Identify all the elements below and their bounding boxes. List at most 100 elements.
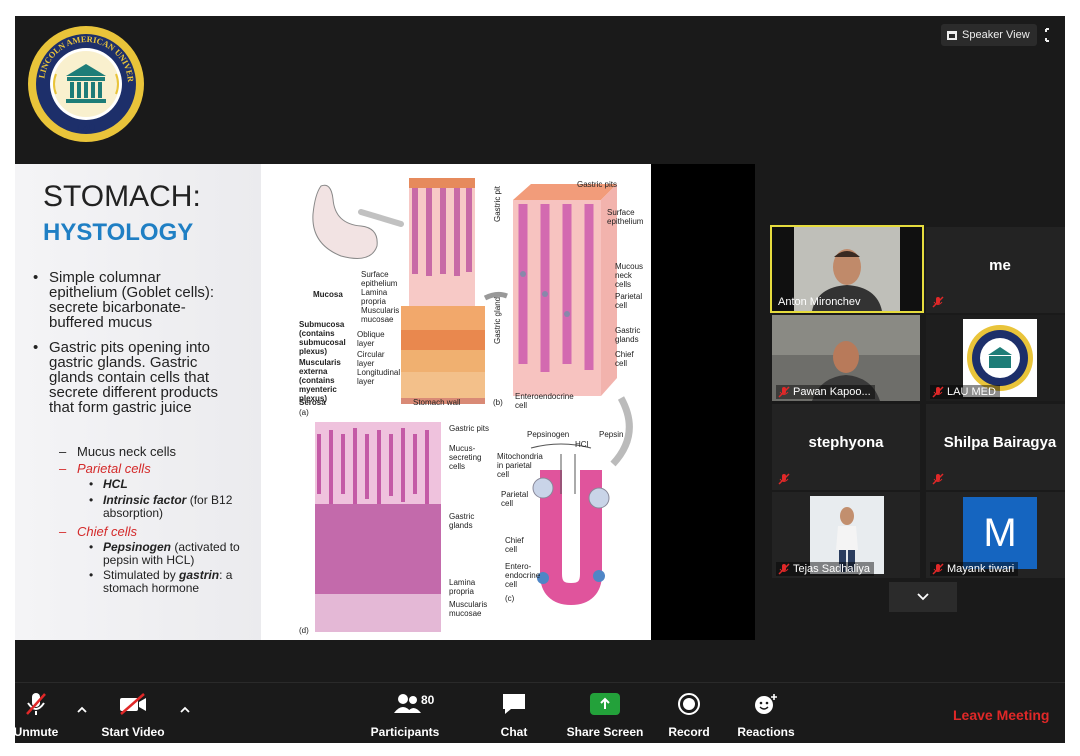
slide-subtitle: HYSTOLOGY [43,219,194,246]
unmute-button[interactable]: Unmute [15,683,61,743]
muted-mic-icon [932,563,944,575]
label-mitochondria: Mitochondria in parietal cell [497,452,543,479]
label-gastric-glands-b: Gastric glands [615,326,641,344]
muted-mic-icon [778,386,790,398]
muted-mic-icon [932,386,944,398]
label-enteroendocrine-c: Entero- endocrine cell [505,562,541,589]
slide-bullet-2: • Gastric pits opening into gastric glan… [33,339,218,416]
label-parietal-cell-c: Parietal cell [501,490,529,508]
video-tile-stephyona[interactable]: stephyona [772,404,920,490]
participant-name-tag: Pawan Kapoo... [776,385,875,399]
leave-meeting-button[interactable]: Leave Meeting [953,707,1049,723]
video-off-icon [120,693,146,715]
label-mucus-secreting-cells: Mucus- secreting cells [449,444,482,471]
label-gastric-pit: Gastric pit [493,185,502,222]
avatar: M [963,497,1037,569]
university-logo: LINCOLN AMERICAN UNIVERSITY LAU [26,24,144,142]
label-serosa: Serosa [299,398,326,407]
zoom-meeting-window: Speaker View LINCOLN AMERICAN UNIVERSITY… [15,16,1065,743]
label-gastric-pits-d: Gastric pits [449,424,490,433]
stomach-histology-diagram: Gastric pits Surface epithelium Gastric … [261,164,651,640]
start-video-button[interactable]: Start Video [97,683,169,743]
speaker-view-label: Speaker View [962,29,1030,41]
video-tile-tejas[interactable]: Tejas Sadhaliya [772,492,920,578]
muted-mic-icon [932,473,944,485]
record-button[interactable]: Record [663,683,715,743]
label-circular-layer: Circular layer [357,350,385,368]
logo-abbr: LAU [76,123,96,133]
video-tile-lau-med[interactable]: LAU MED [926,315,1065,401]
chat-icon [503,694,525,714]
sub-item-hcl: • HCL [89,477,128,491]
label-gastric-glands-d: Gastric glands [449,512,475,530]
gallery-next-page-button[interactable] [889,582,957,612]
label-a-tag: (a) [299,408,309,417]
video-tile-anton[interactable]: Anton Mironchev [770,225,924,313]
label-pepsinogen: Pepsinogen [527,430,570,439]
label-chief-cell-b: Chief cell [615,350,634,368]
participant-name-tag: Anton Mironchev [778,296,861,308]
participant-name: stephyona [808,434,884,451]
label-d-tag: (d) [299,626,309,635]
video-tile-me[interactable]: me [926,227,1065,313]
participant-name-tag: Mayank tiwari [930,562,1019,576]
participants-count: 80 [421,693,435,707]
participants-icon [394,694,421,713]
video-tile-pawan[interactable]: Pawan Kapoo... [772,315,920,401]
video-tile-shilpa[interactable]: Shilpa Bairagya [926,404,1065,490]
label-b-tag: (b) [493,398,503,407]
fullscreen-icon[interactable] [1045,28,1055,42]
participant-name-tag: Tejas Sadhaliya [776,562,875,576]
slide-letterbox [651,164,755,640]
participant-name: Shilpa Bairagya [943,434,1057,451]
reactions-button[interactable]: Reactions [733,683,799,743]
record-icon [678,693,700,715]
label-c-tag: (c) [505,594,515,603]
label-parietal-cell-b: Parietal cell [615,292,643,310]
label-stomach-wall: Stomach wall [413,398,461,407]
muted-mic-icon [778,473,790,485]
label-pepsin: Pepsin [599,430,624,439]
label-muscularis-mucosae-a: Muscularis mucosae [361,306,400,324]
label-gastric-gland: Gastric gland [493,296,502,344]
grid-icon [947,30,957,40]
chat-button[interactable]: Chat [491,683,537,743]
muted-mic-icon [778,563,790,575]
sub-item-parietal: – Parietal cells [59,461,151,476]
slide-bullet-1: • Simple columnar epithelium (Goblet cel… [33,269,215,331]
label-mucous-neck-cells: Mucous neck cells [615,262,644,289]
label-gastric-pits-b: Gastric pits [577,180,618,189]
label-chief-cell-c: Chief cell [505,536,524,554]
label-enteroendocrine-b: Enteroendocrine cell [515,392,574,410]
chevron-up-icon[interactable] [178,703,192,717]
sub-item-intrinsic: • Intrinsic factor (for B12 absorption) [89,493,233,520]
label-hcl-c: HCl [575,440,589,449]
label-muscularis-externa: Muscularis externa (contains myenteric p… [299,358,341,403]
share-screen-icon [590,693,620,715]
participant-name: me [989,257,1011,274]
sub-item-gastrin: • Stimulated by gastrin: a stomach hormone [89,568,233,595]
reactions-smiley-icon [755,694,777,714]
video-tile-mayank[interactable]: M Mayank tiwari [926,492,1065,578]
speaker-view-button[interactable]: Speaker View [941,24,1037,46]
label-lamina-propria-d: Lamina propria [449,578,476,596]
sub-item-pepsinogen: • Pepsinogen (activated to pepsin with HCL… [89,540,240,567]
slide-text-panel: STOMACH: HYSTOLOGY • Simple columnar epi… [15,164,261,640]
label-surface-epithelium-a: Surface epithelium [361,270,398,288]
muted-mic-icon [932,296,944,308]
share-screen-button[interactable]: Share Screen [563,683,647,743]
label-longitudinal-layer: Longitudinal layer [357,368,401,386]
participants-button[interactable]: 80 Participants [365,683,445,743]
label-lamina-propria-a: Lamina propria [361,288,388,306]
sub-item-chief: – Chief cells [59,524,137,539]
label-oblique-layer: Oblique layer [357,330,385,348]
meeting-toolbar: Unmute Start Video 80 Participants Chat … [15,682,1065,743]
label-surface-epithelium-b: Surface epithelium [607,208,644,226]
muted-mic-icon [26,693,46,715]
sub-item-mucus: – Mucus neck cells [59,444,176,459]
chevron-down-icon [917,593,929,601]
label-mucosa: Mucosa [313,290,343,299]
label-muscularis-mucosae-d: Muscularis mucosae [449,600,488,618]
slide-title: STOMACH: [43,180,201,213]
chevron-up-icon[interactable] [75,703,89,717]
